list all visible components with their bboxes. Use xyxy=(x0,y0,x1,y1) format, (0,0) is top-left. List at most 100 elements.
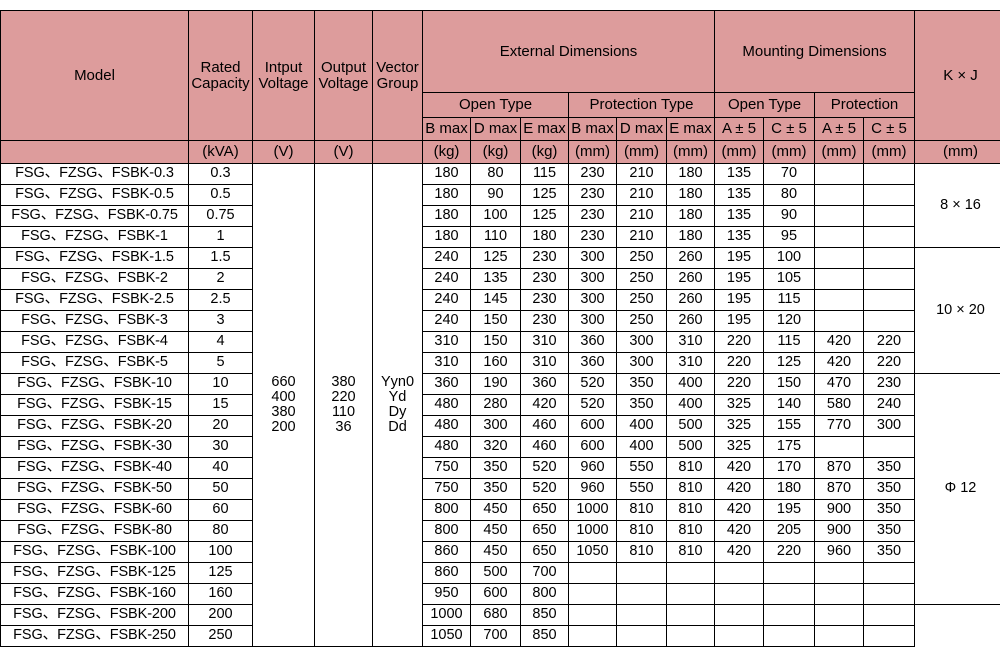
cell-external-protection-e-max: 180 xyxy=(667,185,715,206)
cell-external-protection-e-max: 810 xyxy=(667,500,715,521)
cell-mounting-open-c: 220 xyxy=(764,542,815,563)
table-row: FSG、FZSG、FSBK-80808004506501000810810420… xyxy=(1,521,1000,542)
cell-mounting-protection-c xyxy=(864,563,915,584)
cell-external-protection-e-max: 810 xyxy=(667,458,715,479)
cell-external-protection-b-max: 1050 xyxy=(569,542,617,563)
cell-model: FSG、FZSG、FSBK-0.75 xyxy=(1,206,189,227)
cell-external-open-b-max: 360 xyxy=(423,374,471,395)
cell-input-voltage: 660400380200 xyxy=(253,164,315,647)
unit-external-open-e-max: (kg) xyxy=(521,141,569,164)
cell-mounting-protection-a xyxy=(815,290,864,311)
cell-external-open-e-max: 700 xyxy=(521,563,569,584)
measure-mounting-open-a-tolerance: A ± 5 xyxy=(715,118,764,141)
cell-external-protection-d-max: 210 xyxy=(617,227,667,248)
subgroup-mounting-open-type: Open Type xyxy=(715,93,815,118)
cell-mounting-protection-c xyxy=(864,206,915,227)
cell-rated-capacity: 4 xyxy=(189,332,253,353)
cell-external-open-b-max: 1050 xyxy=(423,626,471,647)
cell-mounting-open-a: 135 xyxy=(715,185,764,206)
cell-mounting-protection-a xyxy=(815,269,864,290)
cell-mounting-protection-c: 240 xyxy=(864,395,915,416)
cell-external-protection-d-max: 210 xyxy=(617,164,667,185)
cell-mounting-open-a xyxy=(715,605,764,626)
cell-rated-capacity: 160 xyxy=(189,584,253,605)
cell-mounting-open-a: 195 xyxy=(715,248,764,269)
cell-external-protection-e-max: 500 xyxy=(667,437,715,458)
subgroup-external-open-type: Open Type xyxy=(423,93,569,118)
cell-external-protection-b-max: 360 xyxy=(569,353,617,374)
cell-rated-capacity: 2 xyxy=(189,269,253,290)
table-row: FSG、FZSG、FSBK-0.30.366040038020038022011… xyxy=(1,164,1000,185)
cell-external-open-b-max: 480 xyxy=(423,395,471,416)
cell-external-open-d-max: 80 xyxy=(471,164,521,185)
cell-mounting-open-a xyxy=(715,563,764,584)
cell-external-open-d-max: 190 xyxy=(471,374,521,395)
cell-external-protection-d-max: 400 xyxy=(617,437,667,458)
cell-mounting-open-a: 420 xyxy=(715,500,764,521)
cell-model: FSG、FZSG、FSBK-1 xyxy=(1,227,189,248)
vector-group-line1: Vector xyxy=(373,60,422,76)
cell-mounting-open-a: 220 xyxy=(715,353,764,374)
cell-mounting-open-c: 120 xyxy=(764,311,815,332)
cell-rated-capacity: 20 xyxy=(189,416,253,437)
cell-mounting-protection-a xyxy=(815,164,864,185)
cell-mounting-protection-c: 350 xyxy=(864,500,915,521)
cell-model: FSG、FZSG、FSBK-20 xyxy=(1,416,189,437)
cell-mounting-protection-c xyxy=(864,164,915,185)
cell-external-open-e-max: 125 xyxy=(521,206,569,227)
cell-external-open-b-max: 240 xyxy=(423,269,471,290)
cell-mounting-protection-a xyxy=(815,626,864,647)
cell-external-open-e-max: 650 xyxy=(521,521,569,542)
cell-external-protection-e-max: 180 xyxy=(667,227,715,248)
cell-external-open-b-max: 310 xyxy=(423,353,471,374)
cell-external-open-b-max: 180 xyxy=(423,164,471,185)
cell-model: FSG、FZSG、FSBK-15 xyxy=(1,395,189,416)
unit-model xyxy=(1,141,189,164)
measure-mounting-protection-c-tolerance: C ± 5 xyxy=(864,118,915,141)
cell-mounting-open-c: 140 xyxy=(764,395,815,416)
cell-mounting-protection-c: 230 xyxy=(864,374,915,395)
cell-external-protection-d-max xyxy=(617,563,667,584)
measure-mounting-open-c-tolerance: C ± 5 xyxy=(764,118,815,141)
unit-external-open-d-max: (kg) xyxy=(471,141,521,164)
cell-external-protection-b-max xyxy=(569,584,617,605)
cell-model: FSG、FZSG、FSBK-125 xyxy=(1,563,189,584)
cell-model: FSG、FZSG、FSBK-0.5 xyxy=(1,185,189,206)
cell-mounting-open-c: 195 xyxy=(764,500,815,521)
cell-external-protection-b-max: 230 xyxy=(569,164,617,185)
input-voltage-line2: Voltage xyxy=(253,76,314,92)
cell-external-open-e-max: 115 xyxy=(521,164,569,185)
table-row: FSG、FZSG、FSBK-55310160310360300310220125… xyxy=(1,353,1000,374)
cell-mounting-open-a: 325 xyxy=(715,437,764,458)
merged-value: 36 xyxy=(315,420,372,435)
cell-external-open-d-max: 90 xyxy=(471,185,521,206)
cell-mounting-open-c: 100 xyxy=(764,248,815,269)
cell-mounting-open-c: 170 xyxy=(764,458,815,479)
cell-external-protection-e-max xyxy=(667,626,715,647)
cell-rated-capacity: 0.75 xyxy=(189,206,253,227)
table-row: FSG、FZSG、FSBK-2502501050700850 xyxy=(1,626,1000,647)
merged-value: 660 xyxy=(253,375,314,390)
cell-external-open-b-max: 180 xyxy=(423,185,471,206)
cell-mounting-protection-c xyxy=(864,311,915,332)
unit-input-voltage: (V) xyxy=(253,141,315,164)
cell-mounting-open-c xyxy=(764,626,815,647)
cell-external-open-d-max: 280 xyxy=(471,395,521,416)
merged-value: Dy xyxy=(373,405,422,420)
cell-external-protection-d-max: 810 xyxy=(617,521,667,542)
cell-external-open-d-max: 680 xyxy=(471,605,521,626)
unit-external-open-b-max: (kg) xyxy=(423,141,471,164)
merged-value: 220 xyxy=(315,390,372,405)
column-header-k-x-j: K × J xyxy=(915,11,1000,141)
output-voltage-line2: Voltage xyxy=(315,76,372,92)
table-header: Model Rated Capacity Intput Voltage Outp… xyxy=(1,11,1000,164)
measure-external-protection-e-max: E max xyxy=(667,118,715,141)
cell-external-open-d-max: 160 xyxy=(471,353,521,374)
table-row: FSG、FZSG、FSBK-15154802804205203504003251… xyxy=(1,395,1000,416)
cell-external-open-b-max: 860 xyxy=(423,542,471,563)
cell-external-protection-b-max: 1000 xyxy=(569,500,617,521)
cell-model: FSG、FZSG、FSBK-4 xyxy=(1,332,189,353)
cell-model: FSG、FZSG、FSBK-160 xyxy=(1,584,189,605)
cell-external-open-e-max: 650 xyxy=(521,500,569,521)
cell-k-x-j: 10 × 20 xyxy=(915,248,1000,374)
